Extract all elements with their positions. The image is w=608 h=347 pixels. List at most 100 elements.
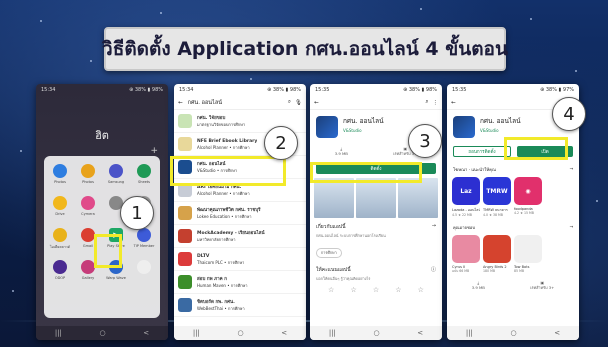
app-icon [178,114,192,128]
nav-bar: ||| ○ < [174,326,306,340]
result-subtitle: มหาวิทยาลัยการศึกษา [197,236,236,242]
search-icon[interactable]: ⌕ [288,99,291,106]
highlight-play-store [94,234,122,268]
star-icon: ☆ [417,286,424,294]
app-tile[interactable]: TMRW TMRW ธนาคาร 4.0 ★ 38 MB [483,177,511,217]
tip-member-icon [137,228,151,242]
add-icon[interactable]: + [150,146,158,156]
tile-meta: 180 MB [483,269,496,273]
result-subtitle: Human Maven • การศึกษา [197,282,248,288]
slide-background: วิธีติดตั้ง Application กศน.ออนไลน์ 4 ขั… [0,0,608,347]
recent-apps-button[interactable]: ||| [329,329,336,337]
status-bar: 15:34 ⊕ 38% ▮ 98% [179,87,301,93]
title-banner: วิธีติดตั้ง Application กศน.ออนไลน์ 4 ขั… [102,27,508,71]
home-button[interactable]: ○ [511,329,517,337]
home-button[interactable]: ○ [374,329,380,337]
result-name: NFE Brief Ebook Library [197,138,258,144]
app-tile[interactable]: Tow Bots 85 MB [514,235,542,274]
app-shortcut[interactable]: Cymera [74,196,102,226]
search-query[interactable]: กศน. ออนไลน์ [188,99,288,107]
result-subtitle: Thaicom PLC • การศึกษา [197,259,245,265]
app-icon [452,235,480,263]
ไอเดียคลาวด์-icon [53,228,67,242]
recent-apps-button[interactable]: ||| [193,329,200,337]
back-arrow-icon[interactable]: ← [314,100,319,106]
app-icon [178,298,192,312]
app-stats: ⤓ 3.9 MB ▣ เรทสำหรับ 3+ [471,280,555,290]
app-shortcut[interactable]: Sheets [130,164,158,194]
app-shortcut[interactable]: ไอเดียคลาวด์ [46,228,74,258]
result-name: ชิตบอร์ด กพ. กศน. [197,299,235,305]
suggested-games: Cyrus II ฉบับ 66 MB Angry Birds 2 180 MB Tow… [447,233,579,276]
app-shortcut[interactable]: Photos [74,164,102,194]
recent-apps-button[interactable]: ||| [466,329,473,337]
result-name: พัฒนาคุณภาพชีวิต กศน. ราชบุรี [197,207,261,213]
phone-search-results: 15:34 ⊕ 38% ▮ 98% ← กศน. ออนไลน์ ⌕ 🎙 กศน… [174,84,306,340]
app-name: กศน. ออนไลน์ [480,117,521,125]
search-result-row[interactable]: สอบ กพ ภาค ก Human Maven • การศึกษา [174,271,306,294]
app-name: กศน. ออนไลน์ [343,117,384,125]
app-tile[interactable]: Angry Birds 2 180 MB [483,235,511,274]
star-icon: ☆ [350,286,357,294]
step-badge-4: 4 [552,97,586,131]
back-button[interactable]: < [143,329,149,337]
app-shortcut[interactable]: Photos [46,164,74,194]
developer-link[interactable]: V&Studio [480,128,521,133]
about-section[interactable]: เกี่ยวกับแอปนี้ → [310,218,442,233]
app-icon [514,235,542,263]
suggested-apps: Laz Lazada - ออนไลน์ 4.5 ★ 22 MB TMRW TMRW ธ… [447,175,579,219]
app-shortcut[interactable]: TIP Member [130,228,158,258]
ads-section: โฆษณา · แนะนำให้คุณ → [453,166,573,172]
app-tile[interactable]: Cyrus II ฉบับ 66 MB [452,235,480,274]
star-icon: ☆ [395,286,402,294]
back-arrow-icon[interactable]: ← [451,100,456,106]
nav-bar: ||| ○ < [447,326,579,340]
result-name: กศน. วิจัยขอบ [197,115,226,121]
search-result-row[interactable]: พัฒนาคุณภาพชีวิต กศน. ราชบุรี Lokee Educa… [174,202,306,225]
home-button[interactable]: ○ [238,329,244,337]
tile-meta: ฉบับ 66 MB [452,269,470,273]
app-tile[interactable]: ◉ foodpanda 4.2 ★ 15 MB [514,177,542,217]
app-shortcut[interactable]: ODOP [46,260,74,290]
more-icon[interactable]: ⋮ [433,100,439,106]
app-icon [178,229,192,243]
mic-icon[interactable]: 🎙 [295,100,302,106]
app-icon [137,260,151,274]
app-shortcut[interactable]: Drive [46,196,74,226]
step-badge-2: 2 [264,126,298,160]
category-chip[interactable]: การศึกษา [316,248,342,258]
recent-apps-button[interactable]: ||| [55,329,62,337]
search-result-row[interactable]: DLTV Thaicom PLC • การศึกษา [174,248,306,271]
result-subtitle: Alcohol Planner • การศึกษา [197,144,250,150]
back-button[interactable]: < [417,329,423,337]
search-icon[interactable]: ⌕ [425,99,428,106]
search-result-row[interactable]: MockAcademy - เรียนออนไลน์ มหาวิทยาลัยการ… [174,225,306,248]
app-icon [316,116,338,138]
developer-link[interactable]: V&Studio [343,128,384,133]
home-button[interactable]: ○ [100,329,106,337]
app-shortcut[interactable]: Samsung [102,164,130,194]
star-icon: ☆ [328,286,335,294]
tile-meta: 4.0 ★ 38 MB [483,213,503,217]
app-tile[interactable]: Laz Lazada - ออนไลน์ 4.5 ★ 22 MB [452,177,480,217]
app-shortcut[interactable] [130,260,158,290]
arrow-right-icon: → [431,223,436,229]
search-bar[interactable]: ← กศน. ออนไลน์ ⌕ 🎙 [174,96,306,110]
back-button[interactable]: < [554,329,560,337]
highlight-open-button [504,137,568,160]
rating-stars[interactable]: ☆ ☆ ☆ ☆ ☆ [310,282,442,298]
odop-icon [53,260,67,274]
gallery-icon [81,260,95,274]
result-subtitle: WebBestThai • การศึกษา [197,305,245,311]
uninstall-button[interactable]: ถอนการติดตั้ง [453,146,511,157]
screenshots[interactable] [310,178,442,218]
may-like-section: คุณอาจชอบ → [453,224,573,230]
photos-icon [53,164,67,178]
gmail-icon [81,228,95,242]
result-subtitle: Alcohol Planner • การศึกษา [197,190,250,196]
back-arrow-icon[interactable]: ← [178,100,183,106]
drive-icon [53,196,67,210]
status-bar: 15:34 ⊕ 38% ▮ 98% [41,87,163,93]
back-button[interactable]: < [281,329,287,337]
search-result-row[interactable]: ชิตบอร์ด กพ. กศน. WebBestThai • การศึกษา [174,294,306,317]
